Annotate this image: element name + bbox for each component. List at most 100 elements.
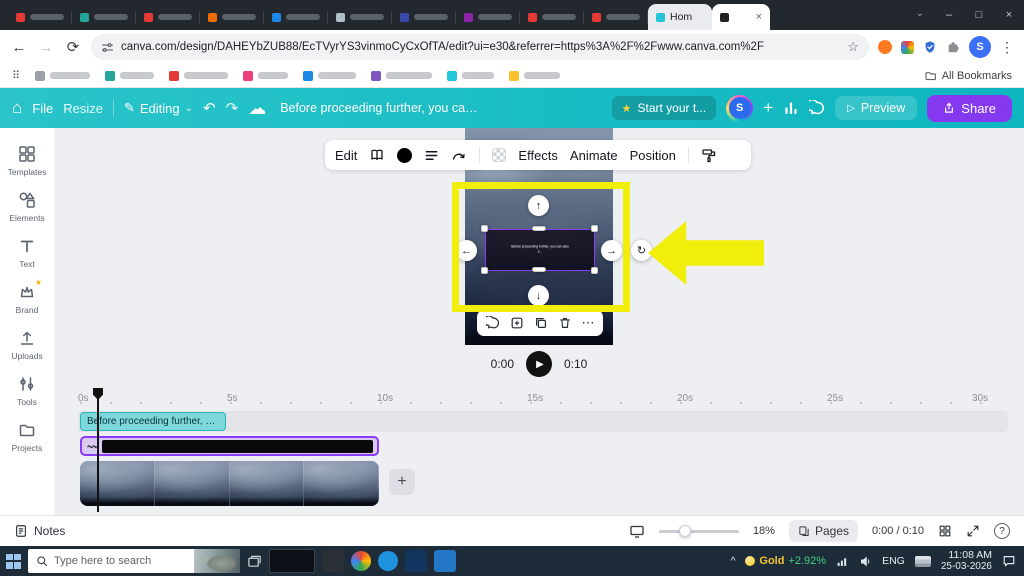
search-highlight-image[interactable]: [194, 549, 240, 573]
bookmark-star-icon[interactable]: ☆: [847, 39, 859, 55]
add-clip-button[interactable]: +: [389, 469, 415, 495]
taskbar-window-preview[interactable]: [269, 549, 315, 573]
add-page-icon[interactable]: [510, 316, 524, 330]
insights-chart-icon[interactable]: [783, 100, 799, 116]
edit-button[interactable]: Edit: [335, 148, 357, 163]
sidebar-item-projects[interactable]: Projects: [0, 420, 54, 453]
redo-icon[interactable]: ↷: [226, 99, 239, 117]
url-input[interactable]: canva.com/design/DAHEYbZUB88/EcTVyrYS3vi…: [91, 34, 869, 60]
reload-icon[interactable]: ⟳: [64, 38, 82, 56]
notes-button[interactable]: Notes: [34, 524, 65, 538]
bookmark-item[interactable]: [243, 71, 288, 81]
comments-icon[interactable]: [809, 100, 825, 116]
bookmark-item[interactable]: [371, 71, 432, 81]
clip-duration-bar[interactable]: [102, 440, 373, 453]
forward-icon[interactable]: →: [37, 39, 55, 56]
taskbar-app-icon[interactable]: [378, 551, 398, 571]
browser-tab[interactable]: [200, 4, 264, 30]
close-button[interactable]: ×: [994, 9, 1024, 21]
undo-icon[interactable]: ↶: [203, 99, 216, 117]
bookmark-item[interactable]: [105, 71, 154, 81]
zoom-slider[interactable]: [659, 530, 739, 533]
sidebar-item-elements[interactable]: Elements: [0, 190, 54, 223]
browser-profile-avatar[interactable]: S: [969, 36, 991, 58]
comment-icon[interactable]: [486, 316, 500, 330]
sidebar-item-templates[interactable]: Templates: [0, 144, 54, 177]
browser-tab[interactable]: [328, 4, 392, 30]
grid-view-icon[interactable]: [938, 524, 952, 538]
copy-style-roller-icon[interactable]: [701, 147, 717, 163]
browser-tab[interactable]: [264, 4, 328, 30]
resize-menu[interactable]: Resize: [63, 101, 103, 116]
maximize-button[interactable]: □: [964, 9, 994, 21]
video-clip-track[interactable]: [80, 461, 379, 506]
browser-tab[interactable]: [392, 4, 456, 30]
preview-button[interactable]: ▷ Preview: [835, 96, 917, 120]
bookmark-item[interactable]: [447, 71, 494, 81]
duplicate-icon[interactable]: [534, 316, 548, 330]
apps-grid-icon[interactable]: ⠿: [12, 69, 20, 82]
caption-track[interactable]: Before proceeding further, you...: [80, 412, 226, 431]
windows-search-box[interactable]: Type here to search: [28, 549, 240, 573]
zoom-slider-knob[interactable]: [679, 525, 691, 537]
minimize-button[interactable]: –: [934, 9, 964, 21]
user-avatar[interactable]: S: [726, 95, 753, 122]
sidebar-item-brand[interactable]: ★ Brand: [0, 282, 54, 315]
bookmark-item[interactable]: [169, 71, 228, 81]
extension-icon[interactable]: [878, 40, 892, 54]
task-view-icon[interactable]: [247, 554, 262, 569]
browser-tab[interactable]: [520, 4, 584, 30]
site-settings-icon[interactable]: [101, 41, 114, 54]
network-icon[interactable]: [836, 555, 849, 568]
play-button[interactable]: ▶: [526, 351, 552, 377]
browser-tab[interactable]: [456, 4, 520, 30]
start-button[interactable]: [6, 554, 21, 569]
more-options-icon[interactable]: ⋯: [582, 315, 595, 331]
browser-tab[interactable]: [584, 4, 648, 30]
extension-icon[interactable]: [901, 41, 914, 54]
browser-menu-icon[interactable]: ⋮: [1000, 39, 1014, 56]
back-icon[interactable]: ←: [10, 39, 28, 56]
taskbar-app-icon[interactable]: [351, 551, 371, 571]
rotate-handle[interactable]: ↻: [631, 240, 652, 261]
fullscreen-icon[interactable]: [966, 524, 980, 538]
text-curve-icon[interactable]: [451, 147, 467, 163]
taskbar-app-icon[interactable]: [322, 550, 344, 572]
delete-icon[interactable]: [558, 316, 572, 330]
language-indicator[interactable]: ENG: [882, 555, 905, 567]
transparency-icon[interactable]: [492, 148, 506, 162]
extensions-puzzle-icon[interactable]: [946, 40, 960, 54]
browser-tab-home[interactable]: Hom: [648, 4, 712, 30]
tray-expand-icon[interactable]: ^: [731, 556, 736, 567]
sidebar-item-uploads[interactable]: Uploads: [0, 328, 54, 361]
text-color-swatch[interactable]: [397, 148, 412, 163]
volume-icon[interactable]: [859, 555, 872, 568]
all-bookmarks-button[interactable]: All Bookmarks: [924, 69, 1012, 82]
add-member-icon[interactable]: +: [763, 98, 773, 118]
design-title[interactable]: Before proceeding further, you can also …: [280, 101, 480, 115]
share-button[interactable]: Share: [927, 95, 1012, 122]
file-menu[interactable]: File: [32, 101, 53, 116]
tab-close-icon[interactable]: ×: [756, 11, 762, 23]
help-button[interactable]: ?: [994, 523, 1010, 539]
browser-tab[interactable]: [136, 4, 200, 30]
bookmark-item[interactable]: [303, 71, 356, 81]
shield-extension-icon[interactable]: [923, 40, 937, 54]
tab-list-chevron-icon[interactable]: ⌄: [916, 8, 924, 19]
flip-book-icon[interactable]: [369, 147, 385, 163]
text-clip-track[interactable]: [80, 436, 379, 456]
browser-tab[interactable]: [8, 4, 72, 30]
browser-tab[interactable]: [72, 4, 136, 30]
keyboard-layout-icon[interactable]: [915, 556, 931, 567]
clock[interactable]: 11:08 AM 25-03-2026: [941, 549, 992, 574]
notification-center-icon[interactable]: [1002, 554, 1016, 568]
bookmark-item[interactable]: [35, 71, 90, 81]
bookmark-item[interactable]: [509, 71, 560, 81]
home-icon[interactable]: ⌂: [12, 98, 22, 118]
pages-button[interactable]: Pages: [789, 520, 858, 542]
spacing-icon[interactable]: [424, 148, 439, 163]
effects-button[interactable]: Effects: [518, 148, 558, 163]
taskbar-app-icon[interactable]: [434, 550, 456, 572]
sidebar-item-tools[interactable]: Tools: [0, 374, 54, 407]
sidebar-item-text[interactable]: Text: [0, 236, 54, 269]
